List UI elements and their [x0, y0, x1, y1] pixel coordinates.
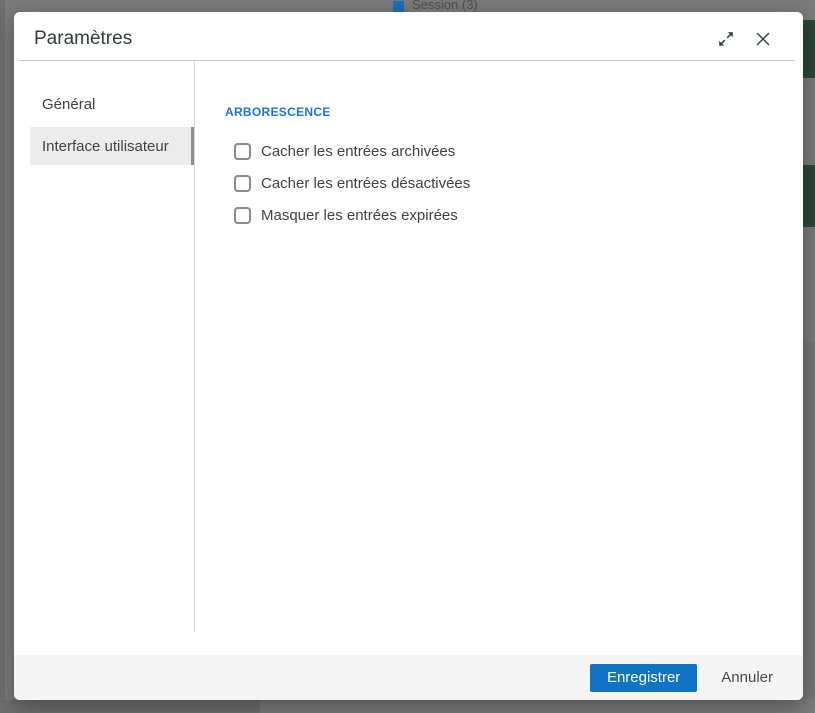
checkbox-unchecked-icon[interactable] [234, 207, 251, 224]
checkbox-unchecked-icon[interactable] [234, 175, 251, 192]
dialog-footer: Enregistrer Annuler [14, 655, 803, 700]
save-button[interactable]: Enregistrer [589, 663, 698, 692]
expand-button[interactable] [716, 29, 736, 49]
checkbox-row-hide-disabled[interactable]: Cacher les entrées désactivées [234, 175, 803, 192]
close-icon [756, 32, 770, 46]
section-heading-arborescence: ARBORESCENCE [225, 105, 331, 119]
settings-sidebar: Général Interface utilisateur [14, 61, 194, 655]
dialog-header: Paramètres [14, 12, 803, 60]
sidebar-divider [194, 61, 195, 632]
dialog-body: Général Interface utilisateur ARBORESCEN… [14, 61, 803, 655]
dialog-header-actions [716, 23, 773, 49]
tab-interface-utilisateur[interactable]: Interface utilisateur [30, 127, 194, 165]
close-button[interactable] [753, 29, 773, 49]
checkbox-label[interactable]: Cacher les entrées archivées [261, 143, 455, 160]
backdrop-right-strip [801, 342, 815, 700]
backdrop-bottom-strip [0, 700, 260, 713]
screen: Session (3) Paramètres Général Interface… [0, 0, 815, 713]
session-icon [393, 0, 404, 12]
cancel-button[interactable]: Annuler [721, 669, 773, 686]
session-label: Session (3) [412, 0, 478, 12]
backdrop-session-row: Session (3) [393, 0, 478, 12]
checkbox-label[interactable]: Cacher les entrées désactivées [261, 175, 470, 192]
checkbox-unchecked-icon[interactable] [234, 143, 251, 160]
expand-icon [719, 32, 733, 46]
checkbox-row-hide-expired[interactable]: Masquer les entrées expirées [234, 207, 803, 224]
checkbox-label[interactable]: Masquer les entrées expirées [261, 207, 458, 224]
tab-general[interactable]: Général [30, 85, 194, 123]
checkbox-row-hide-archived[interactable]: Cacher les entrées archivées [234, 143, 803, 160]
backdrop-left-edge [0, 0, 5, 713]
dialog-title: Paramètres [34, 28, 133, 49]
settings-dialog: Paramètres Général Interface utilisateur… [14, 12, 803, 700]
settings-content: ARBORESCENCE Cacher les entrées archivée… [194, 61, 803, 655]
